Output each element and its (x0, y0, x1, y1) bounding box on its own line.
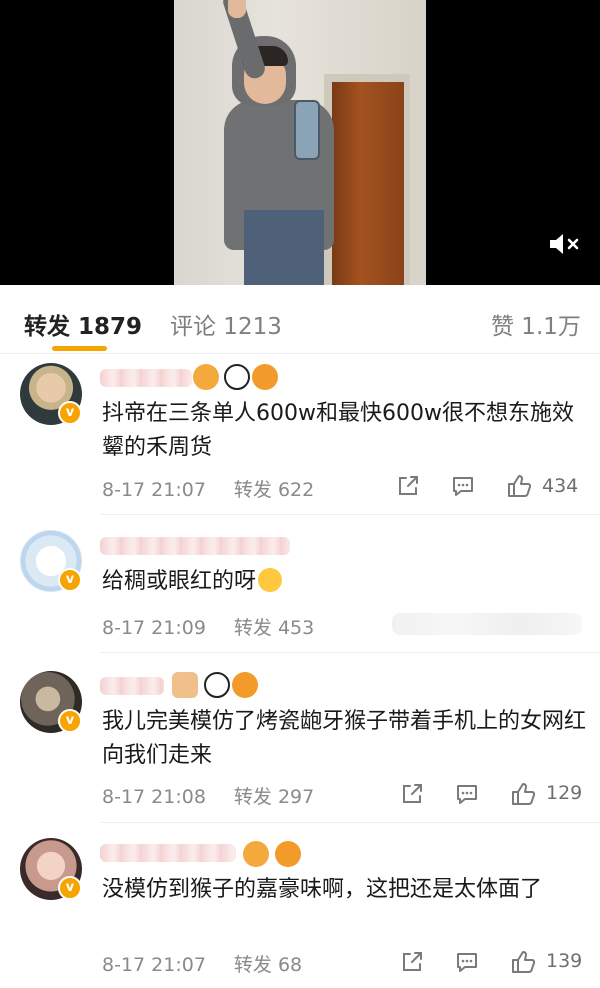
verified-badge-icon: v (58, 876, 82, 900)
comment-icon[interactable] (450, 473, 476, 499)
comment-text: 给稠或眼红的呀 (102, 565, 592, 599)
thumbs-up-icon[interactable] (510, 781, 536, 807)
video-player[interactable] (0, 0, 600, 285)
comment-date: 8-17 21:09 (102, 617, 206, 639)
comment-text: 抖帝在三条单人600w和最快600w很不想东施效颦的禾周货 (102, 401, 574, 460)
active-tab-indicator (52, 346, 107, 351)
verified-badge-icon: v (58, 709, 82, 733)
comment-meta: 8-17 21:08 转发 297 (102, 782, 314, 809)
comment-text: 我儿完美模仿了烤瓷龅牙猴子带着手机上的女网红向我们走来 (102, 709, 587, 768)
share-icon[interactable] (395, 473, 421, 499)
badge-icon (243, 841, 269, 867)
comment-text: 没模仿到猴子的嘉豪味啊，这把还是太体面了 (102, 877, 543, 902)
phone (294, 100, 320, 160)
person-hand (228, 0, 246, 18)
fish-icon (252, 364, 278, 390)
repost-count: 转发 297 (233, 786, 315, 808)
share-icon[interactable] (399, 949, 425, 975)
comment-date: 8-17 21:08 (102, 786, 206, 808)
username[interactable] (100, 677, 164, 695)
repost-count: 转发 453 (233, 617, 315, 639)
comment-text-content: 给稠或眼红的呀 (102, 569, 257, 594)
badge-icon (193, 364, 219, 390)
tab-comment[interactable]: 评论 1213 (170, 307, 282, 341)
panda-icon (224, 364, 250, 390)
door (332, 82, 404, 285)
comment-date: 8-17 21:07 (102, 479, 206, 501)
badge-icon (172, 672, 198, 698)
fish-icon (275, 841, 301, 867)
comment-meta: 8-17 21:09 转发 453 (102, 613, 314, 640)
share-icon[interactable] (399, 781, 425, 807)
person-jeans (244, 210, 324, 285)
blurred-actions (392, 613, 582, 635)
mute-icon[interactable] (548, 232, 582, 256)
username[interactable] (100, 369, 192, 387)
username[interactable] (100, 537, 290, 555)
tab-repost[interactable]: 转发 1879 (24, 307, 142, 341)
tab-bar: 转发 1879 评论 1213 赞 1.1万 (0, 285, 600, 355)
fish-icon (232, 672, 258, 698)
repost-count: 转发 68 (233, 954, 303, 976)
list-item: v 我儿完美模仿了烤瓷龅牙猴子带着手机上的女网红向我们走来 8-17 21:08… (0, 653, 600, 823)
list-item: v 没模仿到猴子的嘉豪味啊，这把还是太体面了 8-17 21:07 转发 68 1… (0, 823, 600, 988)
thumbs-up-icon[interactable] (506, 473, 532, 499)
comment-icon[interactable] (454, 949, 480, 975)
repost-count: 转发 622 (233, 479, 315, 501)
verified-badge-icon: v (58, 401, 82, 425)
comment-date: 8-17 21:07 (102, 954, 206, 976)
smile-emoji-icon (258, 568, 283, 592)
comment-meta: 8-17 21:07 转发 68 (102, 950, 302, 977)
tab-divider (0, 353, 600, 354)
video-frame (174, 0, 426, 285)
username[interactable] (100, 844, 236, 862)
like-count: 129 (546, 782, 583, 804)
thumbs-up-icon[interactable] (510, 949, 536, 975)
verified-badge-icon: v (58, 568, 82, 592)
list-item: v 抖帝在三条单人600w和最快600w很不想东施效颦的禾周货 8-17 21:… (0, 355, 600, 515)
list-item: v 给稠或眼红的呀 8-17 21:09 转发 453 (0, 515, 600, 653)
comment-icon[interactable] (454, 781, 480, 807)
comment-meta: 8-17 21:07 转发 622 (102, 475, 314, 502)
tab-like[interactable]: 赞 1.1万 (491, 307, 581, 341)
like-count: 139 (546, 950, 583, 972)
panda-icon (204, 672, 230, 698)
like-count: 434 (542, 475, 579, 497)
